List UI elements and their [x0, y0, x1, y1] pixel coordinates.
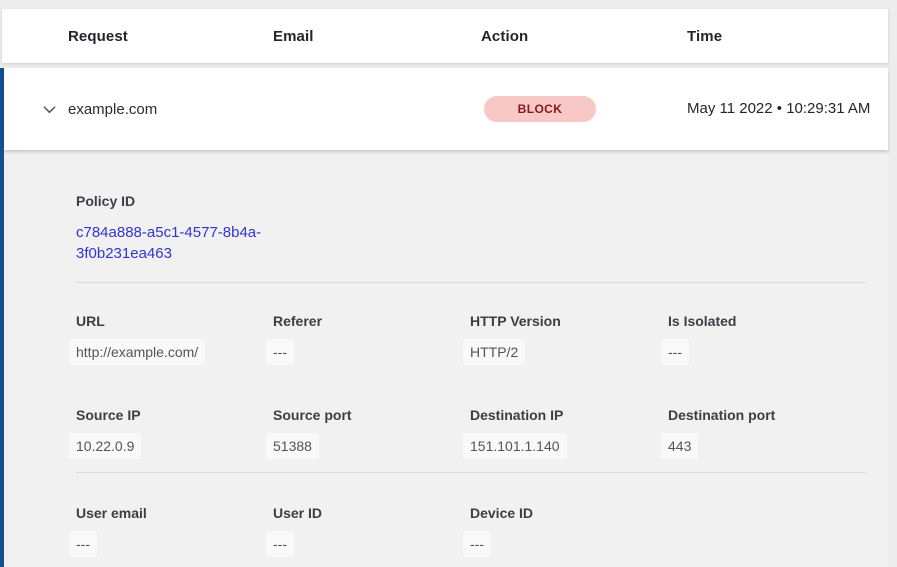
field-label: Destination IP	[470, 407, 668, 424]
log-row[interactable]: example.com BLOCK May 11 2022 • 10:29:31…	[4, 68, 888, 150]
detail-field-http-version: HTTP Version HTTP/2	[470, 313, 668, 362]
time-value: May 11 2022 • 10:29:31 AM	[687, 97, 882, 121]
field-value: 51388	[273, 436, 470, 456]
expanded-log-entry: example.com BLOCK May 11 2022 • 10:29:31…	[0, 68, 888, 567]
field-value: ---	[668, 342, 866, 362]
field-value: ---	[76, 534, 273, 554]
section-divider	[76, 282, 866, 283]
expand-cell	[4, 100, 68, 118]
field-label: Is Isolated	[668, 313, 866, 330]
block-status-badge: BLOCK	[484, 96, 596, 122]
detail-field-destination-port: Destination port 443	[668, 407, 866, 456]
detail-field-source-port: Source port 51388	[273, 407, 470, 456]
detail-field-referer: Referer ---	[273, 313, 470, 362]
collapse-row-button[interactable]	[40, 100, 58, 118]
request-value: example.com	[68, 101, 273, 118]
field-label: User email	[76, 505, 273, 522]
field-value: ---	[470, 534, 668, 554]
field-value: 151.101.1.140	[470, 436, 668, 456]
column-header-time: Time	[687, 28, 888, 45]
detail-field-user-email: User email ---	[76, 505, 273, 554]
detail-row-user: User email --- User ID --- Device ID ---	[76, 505, 866, 554]
detail-field-user-id: User ID ---	[273, 505, 470, 554]
field-label: Source port	[273, 407, 470, 424]
detail-field-device-id: Device ID ---	[470, 505, 668, 554]
field-label: Device ID	[470, 505, 668, 522]
field-label: Referer	[273, 313, 470, 330]
field-value: http://example.com/	[76, 342, 273, 362]
field-value: HTTP/2	[470, 342, 668, 362]
action-cell: BLOCK	[481, 96, 687, 122]
field-label: URL	[76, 313, 273, 330]
detail-field-empty	[668, 505, 866, 554]
column-header-request: Request	[68, 28, 273, 45]
field-value: 10.22.0.9	[76, 436, 273, 456]
policy-id-link[interactable]: c784a888-a5c1-4577-8b4a-3f0b231ea463	[76, 222, 281, 264]
column-header-email: Email	[273, 28, 481, 45]
log-detail-panel: Policy ID c784a888-a5c1-4577-8b4a-3f0b23…	[4, 150, 888, 567]
detail-field-is-isolated: Is Isolated ---	[668, 313, 866, 362]
column-header-action: Action	[481, 28, 687, 45]
detail-field-policy-id: Policy ID c784a888-a5c1-4577-8b4a-3f0b23…	[76, 193, 866, 264]
field-label: Destination port	[668, 407, 866, 424]
field-label: Source IP	[76, 407, 273, 424]
log-table-header: Request Email Action Time	[2, 9, 888, 63]
field-label: User ID	[273, 505, 470, 522]
field-label: Policy ID	[76, 193, 866, 210]
field-value: ---	[273, 534, 470, 554]
chevron-down-icon	[42, 102, 57, 117]
field-label: HTTP Version	[470, 313, 668, 330]
detail-field-url: URL http://example.com/	[76, 313, 273, 362]
detail-field-source-ip: Source IP 10.22.0.9	[76, 407, 273, 456]
detail-row-http: URL http://example.com/ Referer --- HTTP…	[76, 313, 866, 362]
detail-row-network: Source IP 10.22.0.9 Source port 51388 De…	[76, 407, 866, 456]
section-divider	[76, 472, 866, 473]
detail-field-destination-ip: Destination IP 151.101.1.140	[470, 407, 668, 456]
field-value: ---	[273, 342, 470, 362]
field-value: 443	[668, 436, 866, 456]
